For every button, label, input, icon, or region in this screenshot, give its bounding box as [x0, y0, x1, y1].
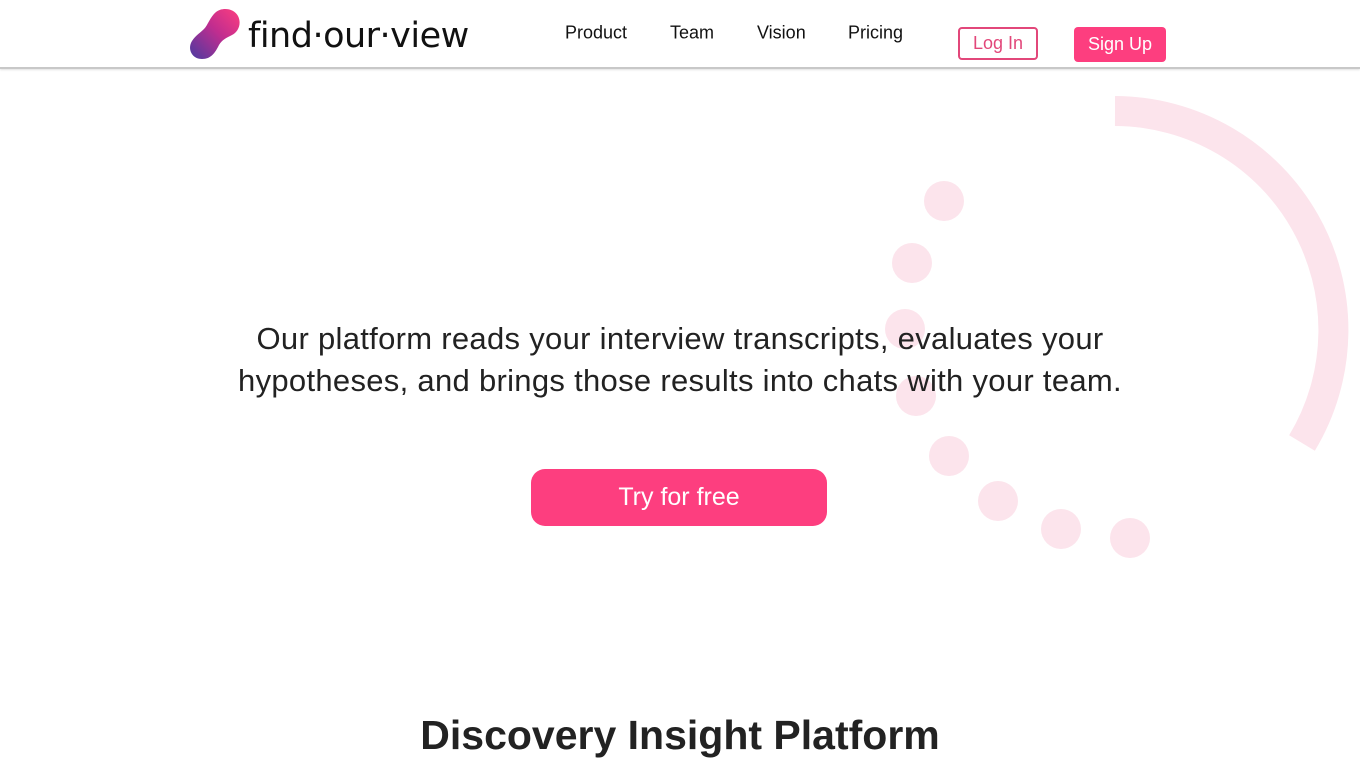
- hero-line-1: Our platform reads your interview transc…: [256, 321, 1104, 356]
- decorative-dot: [978, 481, 1018, 521]
- nav-vision[interactable]: Vision: [757, 23, 806, 44]
- signup-button[interactable]: Sign Up: [1074, 27, 1166, 62]
- logo-mark-icon: [190, 8, 240, 59]
- try-for-free-button[interactable]: Try for free: [531, 469, 827, 526]
- site-header: find·our·view Product Team Vision Pricin…: [0, 0, 1360, 69]
- decorative-dot: [924, 181, 964, 221]
- decorative-dot: [892, 243, 932, 283]
- nav-product[interactable]: Product: [565, 23, 627, 44]
- decorative-dot: [929, 436, 969, 476]
- nav-pricing[interactable]: Pricing: [848, 23, 903, 44]
- hero-description: Our platform reads your interview transc…: [180, 318, 1180, 402]
- section-title: Discovery Insight Platform: [420, 712, 940, 758]
- decorative-dot: [1110, 518, 1150, 558]
- brand-logo[interactable]: find·our·view: [188, 7, 469, 61]
- login-button[interactable]: Log In: [958, 27, 1038, 60]
- nav-team[interactable]: Team: [670, 23, 714, 44]
- hero-line-2: hypotheses, and brings those results int…: [238, 363, 1122, 398]
- brand-name: find·our·view: [248, 15, 469, 56]
- decorative-dot: [1041, 509, 1081, 549]
